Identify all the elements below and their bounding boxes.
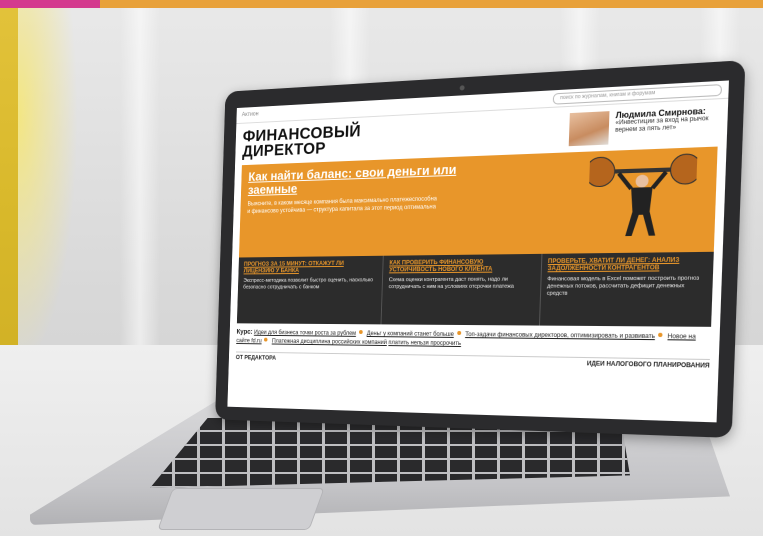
news-card[interactable]: КАК ПРОВЕРИТЬ ФИНАНСОВУЮ УСТОЙЧИВОСТЬ НО… — [381, 253, 543, 326]
course-label: Курс: — [236, 328, 253, 336]
curtain-fold — [120, 8, 160, 358]
bullet-dot — [358, 330, 363, 334]
laptop-lid: Актион поиск по журналам, книгам и форум… — [215, 60, 746, 438]
lifter-head — [635, 174, 649, 188]
section-labels: ОТ РЕДАКТОРА ИДЕИ НАЛОГОВОГО ПЛАНИРОВАНИ… — [235, 351, 710, 370]
top-color-strip — [0, 0, 763, 8]
card-title[interactable]: КАК ПРОВЕРИТЬ ФИНАНСОВУЮ УСТОЙЧИВОСТЬ НО… — [389, 259, 535, 274]
news-card[interactable]: ПРОГНОЗ ЗА 15 МИНУТ: ОТКАЖУТ ЛИ ЛИЦЕНЗИЮ… — [236, 255, 385, 325]
card-text: Финансовая модель в Excel поможет постро… — [546, 275, 700, 297]
bullet-dot — [658, 332, 663, 338]
barbell-plate-left — [587, 157, 615, 187]
card-text: Схема оценки контрагента даст понять, на… — [388, 276, 515, 291]
weightlifter-illustration — [587, 152, 698, 237]
course-link[interactable]: платить нельзя просрочить — [388, 340, 461, 347]
bullet-dot — [456, 330, 461, 336]
bullet-dot — [264, 337, 268, 342]
barbell-plate-right — [670, 154, 698, 185]
hero-title[interactable]: Как найти баланс: свои деньги или заемны… — [248, 162, 469, 197]
laptop-screen: Актион поиск по журналам, книгам и форум… — [227, 80, 729, 423]
camera-dot — [459, 85, 465, 91]
author-block[interactable]: Людмила Смирнова: «Инвестиции за вход на… — [568, 106, 719, 147]
brand-title[interactable]: ФИНАНСОВЫЙ ДИРЕКТОР — [242, 120, 424, 161]
section-editor[interactable]: ОТ РЕДАКТОРА — [236, 355, 276, 361]
course-link[interactable]: Топ-задачи финансовых директоров, оптими… — [465, 332, 655, 340]
course-link[interactable]: Идеи для бизнеса точки роста за рублем — [254, 330, 356, 337]
left-glow — [18, 8, 78, 368]
lifter-legs — [625, 211, 657, 237]
hero-text: Выясните, в каком месяце компания была м… — [247, 196, 438, 215]
section-tax[interactable]: ИДЕИ НАЛОГОВОГО ПЛАНИРОВАНИЯ — [587, 361, 710, 369]
news-cards: ПРОГНОЗ ЗА 15 МИНУТ: ОТКАЖУТ ЛИ ЛИЦЕНЗИЮ… — [236, 251, 714, 327]
course-links: Курс: Идеи для бизнеса точки роста за ру… — [236, 328, 711, 353]
course-link[interactable]: Деньг у компаний станет больше — [367, 331, 454, 338]
author-avatar — [568, 111, 610, 147]
card-title[interactable]: ПРОВЕРЬТЕ, ХВАТИТ ЛИ ДЕНЕГ: АНАЛИЗ ЗАДОЛ… — [548, 257, 707, 273]
card-title[interactable]: ПРОГНОЗ ЗА 15 МИНУТ: ОТКАЖУТ ЛИ ЛИЦЕНЗИЮ… — [244, 261, 378, 276]
site-logo[interactable]: Актион — [242, 112, 259, 119]
lifter-body — [630, 187, 653, 212]
laptop-trackpad — [157, 488, 325, 530]
card-text: Экспресс-методика позволит быстро оценит… — [243, 277, 374, 291]
hero-banner[interactable]: Как найти баланс: свои деньги или заемны… — [238, 146, 718, 258]
photo-scene: Актион поиск по журналам, книгам и форум… — [0, 0, 763, 536]
course-link[interactable]: Платежная дисциплина российских компаний — [272, 339, 387, 346]
news-card[interactable]: ПРОВЕРЬТЕ, ХВАТИТ ЛИ ДЕНЕГ: АНАЛИЗ ЗАДОЛ… — [540, 252, 714, 327]
